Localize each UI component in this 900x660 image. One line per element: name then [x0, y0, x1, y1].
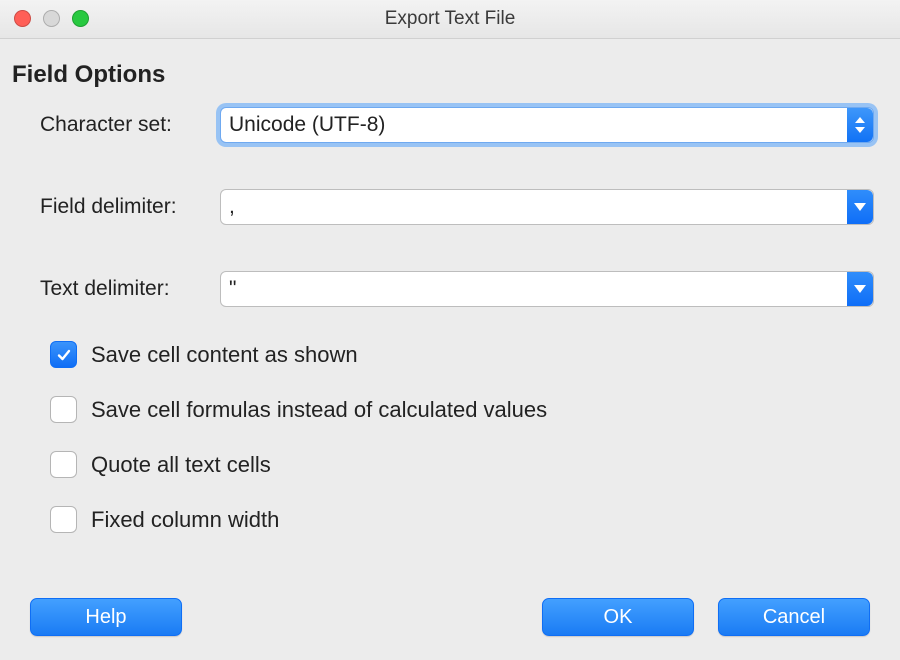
chevron-down-icon	[847, 272, 873, 306]
window-controls	[14, 10, 89, 27]
checkbox-icon	[50, 506, 77, 533]
checkbox-icon	[50, 341, 77, 368]
section-title: Field Options	[12, 61, 874, 89]
check-save-formulas[interactable]: Save cell formulas instead of calculated…	[50, 396, 874, 423]
check-label: Quote all text cells	[91, 452, 271, 478]
window-title: Export Text File	[385, 8, 516, 30]
check-label: Fixed column width	[91, 507, 279, 533]
form: Character set: Unicode (UTF-8) Field del…	[40, 107, 874, 307]
checkbox-icon	[50, 451, 77, 478]
check-save-as-shown[interactable]: Save cell content as shown	[50, 341, 874, 368]
minimize-window-icon	[43, 10, 60, 27]
text-delimiter-value: "	[229, 277, 236, 301]
button-bar: Help OK Cancel	[0, 598, 900, 636]
check-quote-all[interactable]: Quote all text cells	[50, 451, 874, 478]
text-delimiter-select[interactable]: "	[220, 271, 874, 307]
row-field-delimiter: Field delimiter: ,	[40, 189, 874, 225]
check-fixed-width[interactable]: Fixed column width	[50, 506, 874, 533]
checkbox-group: Save cell content as shown Save cell for…	[50, 341, 874, 533]
cancel-button[interactable]: Cancel	[718, 598, 870, 636]
check-label: Save cell formulas instead of calculated…	[91, 397, 547, 423]
label-charset: Character set:	[40, 113, 220, 137]
titlebar: Export Text File	[0, 0, 900, 39]
stepper-arrows-icon	[847, 108, 873, 142]
field-delimiter-value: ,	[229, 195, 235, 219]
dialog-content: Field Options Character set: Unicode (UT…	[0, 39, 900, 533]
row-text-delimiter: Text delimiter: "	[40, 271, 874, 307]
help-button[interactable]: Help	[30, 598, 182, 636]
label-field-delimiter: Field delimiter:	[40, 195, 220, 219]
row-charset: Character set: Unicode (UTF-8)	[40, 107, 874, 143]
charset-select[interactable]: Unicode (UTF-8)	[220, 107, 874, 143]
chevron-down-icon	[847, 190, 873, 224]
zoom-window-icon[interactable]	[72, 10, 89, 27]
close-window-icon[interactable]	[14, 10, 31, 27]
checkbox-icon	[50, 396, 77, 423]
label-text-delimiter: Text delimiter:	[40, 277, 220, 301]
ok-button[interactable]: OK	[542, 598, 694, 636]
field-delimiter-select[interactable]: ,	[220, 189, 874, 225]
check-label: Save cell content as shown	[91, 342, 358, 368]
charset-select-value: Unicode (UTF-8)	[229, 113, 385, 137]
